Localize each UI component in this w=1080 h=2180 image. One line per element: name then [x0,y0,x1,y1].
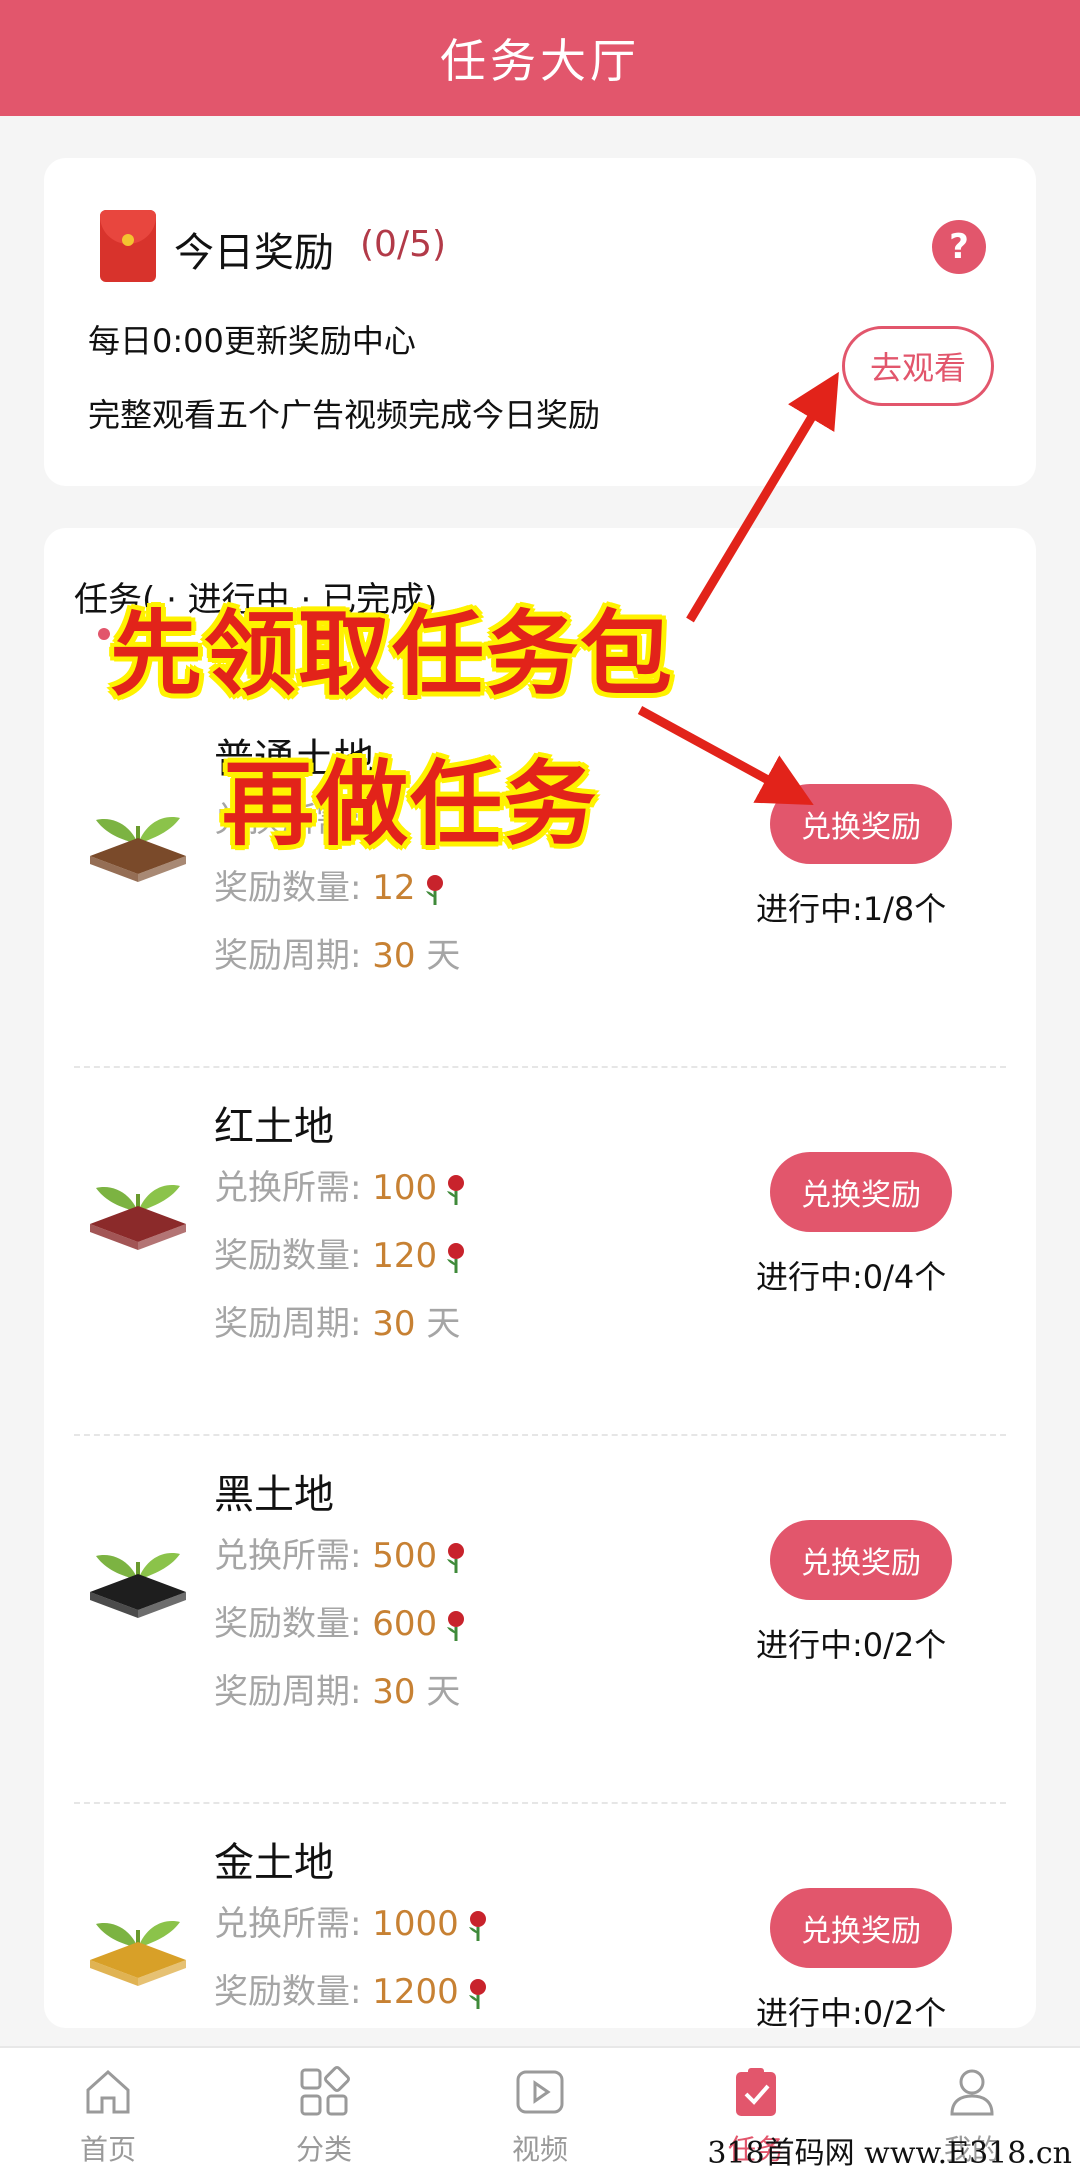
row-label: 奖励数量: [214,868,362,908]
land-item: 红土地 兑换所需: 100 奖励数量: 120 奖励周期: 30 天兑换奖励 进行中:0… [44,1066,1036,1436]
reward-desc-text: 完整观看五个广告视频完成今日奖励 [88,396,601,434]
land-item: 黑土地 兑换所需: 500 奖励数量: 600 奖励周期: 30 天兑换奖励 进行中:0… [44,1434,1036,1804]
nav-home[interactable]: 首页 [0,2048,216,2180]
row-label: 奖励数量: [214,1236,362,1276]
row-value: 500 [372,1536,438,1576]
row-label: 兑换所需: [214,1168,362,1208]
row-value: 12 [372,868,416,908]
exchange-reward-button[interactable]: 兑换奖励 [770,1520,952,1600]
reward-title: 今日奖励 [174,230,334,276]
reward-count: (0/5) [360,224,447,265]
exchange-reward-button[interactable]: 兑换奖励 [770,1152,952,1232]
land-name: 金土地 [214,1840,334,1886]
quantity-row: 奖励数量: 120 [214,1228,471,1277]
row-label: 奖励周期: [214,1304,362,1344]
period-row: 奖励周期: 30 天 [214,928,460,977]
home-icon [86,2069,130,2114]
exchange-reward-button[interactable]: 兑换奖励 [770,1888,952,1968]
row-label: 奖励数量: [214,1972,362,2012]
nav-video[interactable]: 视频 [432,2048,648,2180]
tab-indicator [98,628,110,640]
row-label: 兑换所需: [214,1904,362,1944]
watermark: 318首码网 www.E318.cn [707,2136,1072,2171]
row-label: 奖励周期: [214,1672,362,1712]
rose-icon [468,1978,486,2009]
need-row: 兑换所需: 500 [214,1528,471,1577]
watch-button[interactable]: 去观看 [842,326,994,406]
row-label: 兑换所需: [214,1536,362,1576]
rose-icon [468,1910,486,1941]
task-icon [736,2068,776,2116]
overlay-text-line1: 先领取任务包 [110,601,675,708]
daily-reward-card: 今日奖励 (0/5) ? 每日0:00更新奖励中心 完整观看五个广告视频完成今日… [44,158,1036,486]
quantity-row: 奖励数量: 600 [214,1596,471,1645]
row-value: 100 [372,1168,438,1208]
row-label: 奖励周期: [214,936,362,976]
rose-icon [447,1542,465,1573]
rose-icon [447,1174,465,1205]
row-unit: 天 [426,936,461,976]
land-name: 黑土地 [214,1472,334,1518]
sprout-icon [90,817,186,882]
row-value: 1000 [372,1904,459,1944]
need-row: 兑换所需: 1000 [214,1896,493,1945]
land-name: 红土地 [214,1104,334,1150]
video-icon [516,2070,564,2114]
profile-icon [950,2069,994,2116]
exchange-reward-button[interactable]: 兑换奖励 [770,784,952,864]
sprout-icon [90,1553,186,1618]
quantity-row: 奖励数量: 12 [214,860,450,909]
land-item: 金土地 兑换所需: 1000 奖励数量: 1200 兑换奖励 进行中:0/2个 [44,1802,1036,2028]
row-value: 1200 [372,1972,459,2012]
sprout-icon [90,1921,186,1986]
sprout-icon [90,1185,186,1250]
rose-icon [447,1242,465,1273]
need-row: 兑换所需: 100 [214,1160,471,1209]
nav-category[interactable]: 分类 [216,2048,432,2180]
rose-icon [425,874,443,905]
overlay-text-line2: 再做任务 [222,751,599,858]
row-value: 120 [372,1236,438,1276]
row-value: 30 [372,1304,416,1344]
category-icon [300,2066,350,2116]
rose-icon [447,1610,465,1641]
red-packet-icon [100,210,156,282]
page-title: 任务大厅 [440,34,640,88]
app-header: 任务大厅 [0,0,1080,116]
row-label: 奖励数量: [214,1604,362,1644]
task-progress: 进行中:0/4个 [756,1258,947,1296]
row-value: 30 [372,936,416,976]
question-icon[interactable]: ? [932,220,986,274]
row-unit: 天 [426,1672,461,1712]
row-value: 600 [372,1604,438,1644]
quantity-row: 奖励数量: 1200 [214,1964,493,2013]
task-progress: 进行中:0/2个 [756,1994,947,2028]
row-unit: 天 [426,1304,461,1344]
task-progress: 进行中:0/2个 [756,1626,947,1664]
period-row: 奖励周期: 30 天 [214,1664,460,1713]
row-value: 30 [372,1672,416,1712]
task-progress: 进行中:1/8个 [756,890,947,928]
reward-refresh-text: 每日0:00更新奖励中心 [88,322,416,360]
period-row: 奖励周期: 30 天 [214,1296,460,1345]
